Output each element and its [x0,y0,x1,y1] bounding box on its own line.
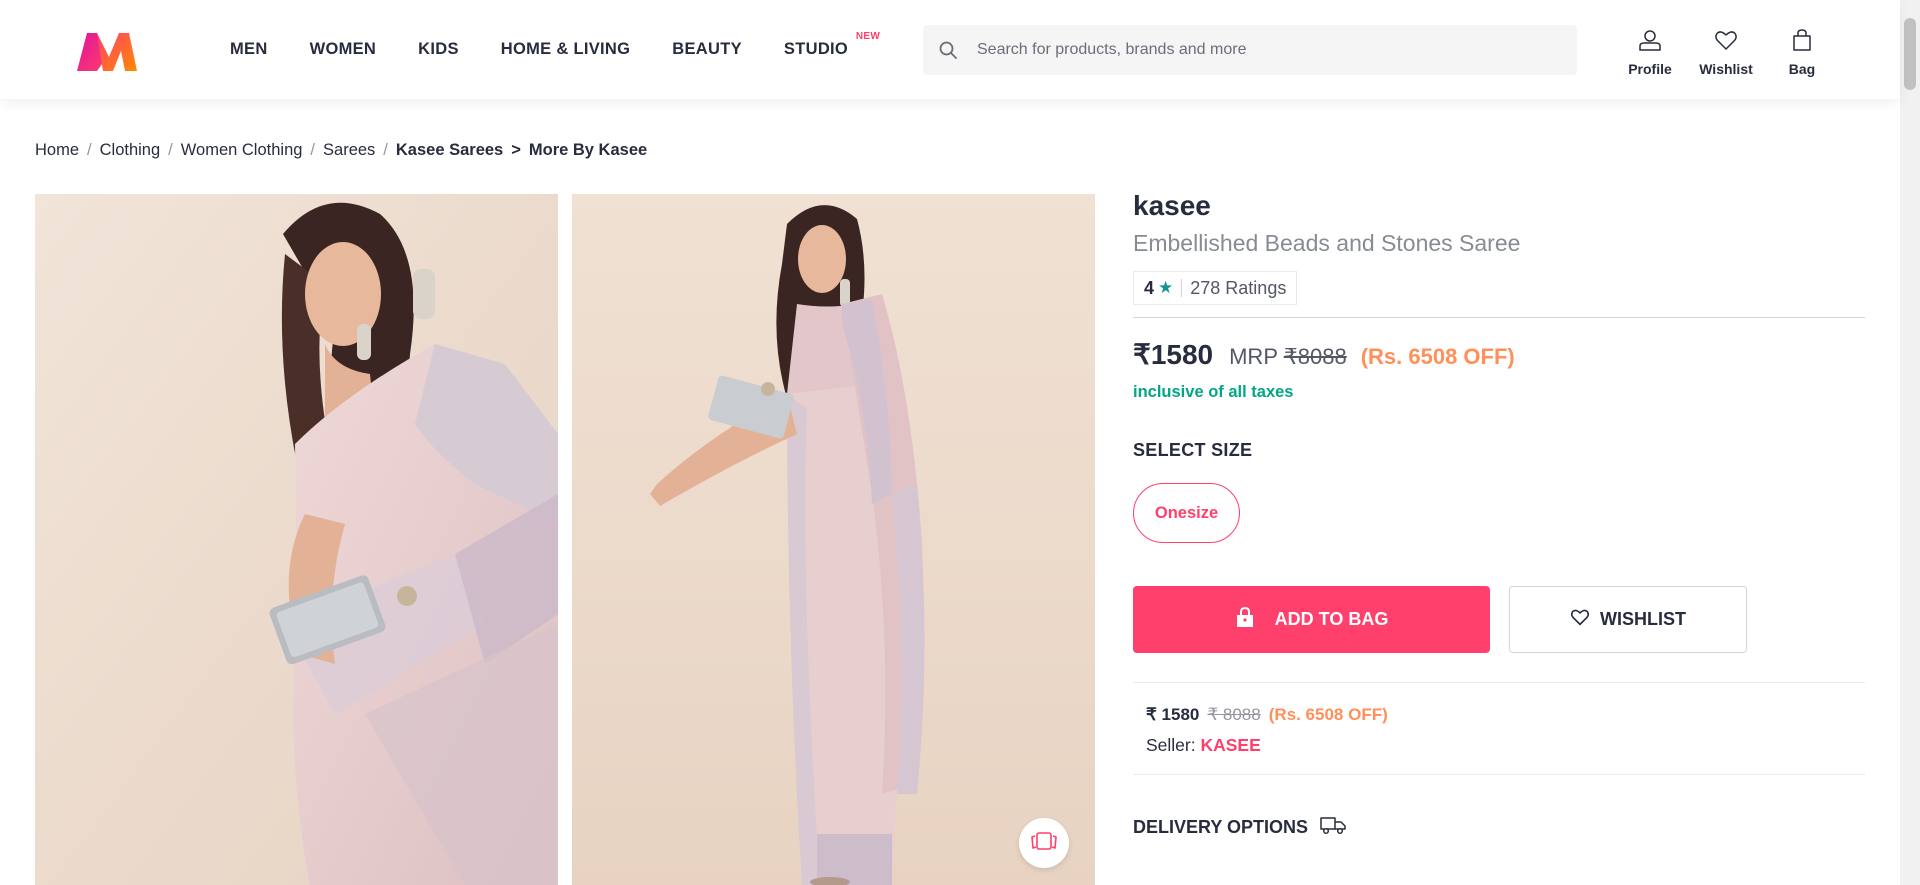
divider [1133,317,1865,318]
nav-kids[interactable]: KIDS [418,40,459,59]
nav-beauty[interactable]: BEAUTY [672,40,742,59]
rating-value: 4 [1144,277,1155,298]
view-similar-button[interactable] [1019,818,1069,868]
divider [1133,774,1865,775]
product-brand[interactable]: kasee [1133,190,1865,222]
rating-badge[interactable]: 4 ★ 278 Ratings [1133,271,1298,305]
delivery-options-heading: DELIVERY OPTIONS [1133,815,1865,840]
bag-icon [1790,28,1814,57]
search-icon[interactable] [923,41,973,59]
mrp-label: MRP [1229,344,1278,369]
mrp-price: ₹8088 [1283,344,1347,369]
cta-row: ADD TO BAG WISHLIST [1133,586,1865,653]
scrollbar-thumb[interactable] [1904,18,1916,90]
seller-discount: (Rs. 6508 OFF) [1268,705,1388,724]
main-nav: MEN WOMEN KIDS HOME & LIVING BEAUTY STUD… [230,0,890,99]
add-to-bag-button[interactable]: ADD TO BAG [1133,586,1490,653]
wishlist-button[interactable]: WISHLIST [1509,586,1747,653]
breadcrumb-more-by-brand[interactable]: More By Kasee [529,141,647,160]
lock-bag-icon [1235,606,1255,633]
breadcrumb: Home / Clothing / Women Clothing / Saree… [35,141,648,160]
nav-women[interactable]: WOMEN [310,40,377,59]
heart-icon [1714,28,1738,57]
breadcrumb-arrow: > [511,141,521,159]
size-button-onesize[interactable]: Onesize [1133,483,1240,543]
product-image-1[interactable] [35,194,558,885]
similar-products-icon [1030,831,1058,856]
header-actions: Profile Wishlist Bag [1612,28,1840,77]
seller-price-row: ₹ 1580 ₹ 8088 (Rs. 6508 OFF) [1146,705,1852,725]
bag-button[interactable]: Bag [1764,28,1840,77]
breadcrumb-sarees[interactable]: Sarees [323,141,375,160]
page-scrollbar[interactable] [1900,0,1920,885]
new-badge: NEW [855,31,881,42]
delivery-options-label: DELIVERY OPTIONS [1133,817,1309,837]
truck-icon [1320,815,1346,840]
select-size-heading: SELECT SIZE [1133,440,1253,460]
star-icon: ★ [1158,278,1174,297]
wishlist-button-label: WISHLIST [1600,609,1686,629]
search-bar [923,25,1577,75]
site-header: MEN WOMEN KIDS HOME & LIVING BEAUTY STUD… [0,0,1900,99]
add-to-bag-label: ADD TO BAG [1274,609,1389,629]
seller-mrp: ₹ 8088 [1207,705,1261,724]
nav-home-living[interactable]: HOME & LIVING [501,40,631,59]
seller-name-link[interactable]: KASEE [1200,735,1260,755]
nav-studio[interactable]: STUDIO NEW [784,31,880,59]
breadcrumb-women-clothing[interactable]: Women Clothing [181,141,303,160]
profile-icon [1638,28,1662,57]
breadcrumb-current[interactable]: Kasee Sarees [396,141,503,160]
nav-men[interactable]: MEN [230,40,268,59]
seller-offer: ₹ 1580 ₹ 8088 (Rs. 6508 OFF) Seller: KAS… [1133,683,1865,774]
wishlist-label: Wishlist [1699,61,1753,77]
tax-note: inclusive of all taxes [1133,383,1294,401]
price-row: ₹1580 MRP ₹8088 (Rs. 6508 OFF) [1133,338,1865,371]
discount-text: (Rs. 6508 OFF) [1360,344,1515,369]
profile-button[interactable]: Profile [1612,28,1688,77]
product-image-2[interactable] [572,194,1095,885]
bag-label: Bag [1788,61,1816,77]
seller-label: Seller: [1146,735,1196,755]
myntra-logo[interactable] [75,29,139,75]
size-label: Onesize [1154,503,1219,522]
breadcrumb-home[interactable]: Home [35,141,79,160]
seller-row: Seller: KASEE [1146,735,1852,756]
profile-label: Profile [1628,61,1672,77]
breadcrumb-clothing[interactable]: Clothing [100,141,161,160]
wishlist-header-button[interactable]: Wishlist [1688,28,1764,77]
selling-price: ₹1580 [1133,339,1214,370]
seller-price: ₹ 1580 [1146,705,1200,724]
product-name: Embellished Beads and Stones Saree [1133,230,1521,256]
rating-count: 278 Ratings [1190,277,1287,298]
product-details: kasee Embellished Beads and Stones Saree… [1133,190,1865,840]
search-input[interactable] [977,41,1537,59]
heart-outline-icon [1570,608,1590,631]
